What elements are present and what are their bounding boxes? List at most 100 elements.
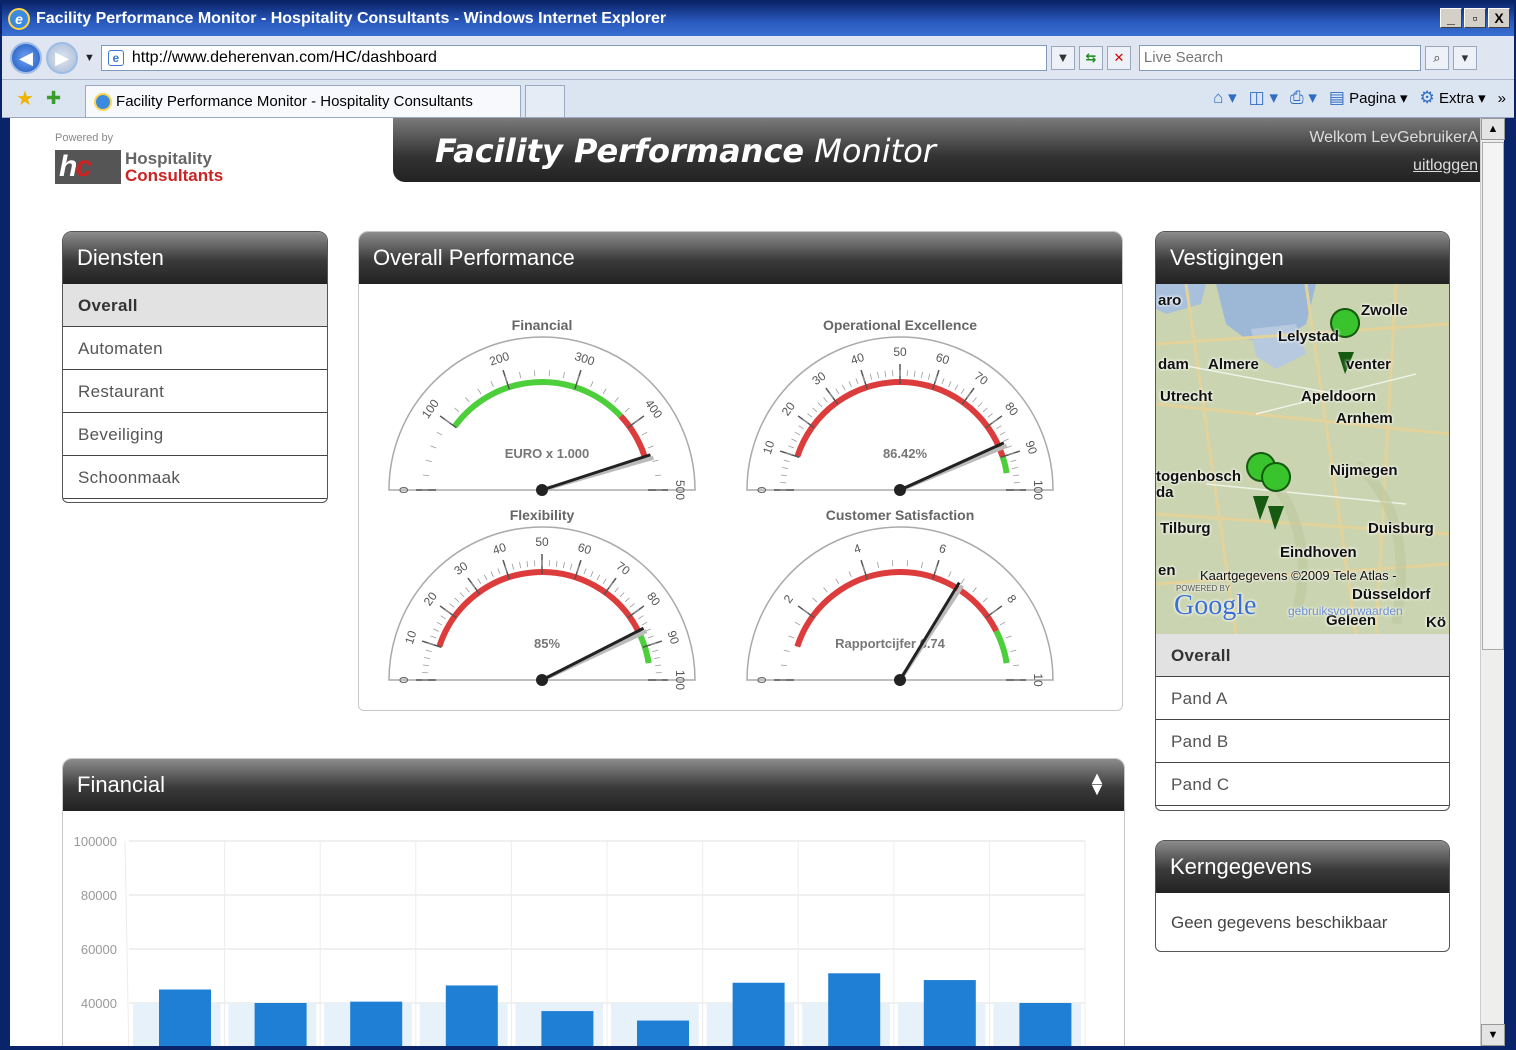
diensten-item-overall[interactable]: Overall (63, 284, 327, 327)
financial-panel: Financial ▲ ▼ 100000 80000 60000 40000 (62, 758, 1125, 1046)
vestiging-item-overall[interactable]: Overall (1156, 634, 1449, 677)
chart-y-tick-label: 100000 (74, 834, 117, 849)
map-label-5: venter (1346, 356, 1392, 373)
map-label-10: da (1156, 484, 1174, 501)
url-field[interactable]: e http://www.deherenvan.com/HC/dashboard (100, 44, 1047, 71)
map-label-8: Arnhem (1336, 410, 1393, 427)
locations-map[interactable]: aro Zwolle Lelystad dam Almere venter Utrecht A… (1156, 284, 1449, 634)
map-label-16: Düsseldorf (1352, 586, 1431, 603)
diensten-item-restaurant[interactable]: Restaurant (63, 370, 327, 413)
page-favicon-icon: e (107, 49, 124, 66)
diensten-item-beveiliging[interactable]: Beveiliging (63, 413, 327, 456)
search-input[interactable]: Live Search (1138, 44, 1421, 71)
gauge-tick-label: 500 (673, 480, 687, 500)
chart-bar (159, 989, 211, 1046)
history-dropdown-icon[interactable]: ▼ (84, 52, 95, 64)
chart-bar (541, 1011, 594, 1046)
map-label-11: Nijmegen (1330, 462, 1398, 479)
chart-bar (732, 982, 785, 1046)
gauge-title: Operational Excellence (823, 317, 977, 333)
overall-performance-title: Overall Performance (359, 232, 1122, 284)
chart-bar (923, 980, 976, 1046)
gauge-tick-label: 100 (1031, 480, 1045, 500)
search-icon[interactable]: ⌕ (1424, 45, 1449, 70)
new-tab-button[interactable] (525, 85, 566, 117)
chart-vertical-gridline (124, 840, 130, 1046)
diensten-item-schoonmaak[interactable]: Schoonmaak (63, 456, 327, 499)
vestiging-item-pand-c[interactable]: Pand C (1156, 763, 1449, 806)
url-dropdown-icon[interactable]: ▼ (1050, 45, 1075, 70)
gauge-operational-excellence: Operational Excellence010203040 50 6070809… (746, 317, 1054, 500)
gear-icon: ⚙ (1419, 88, 1435, 107)
collapse-sort-icon[interactable]: ▲ ▼ (1088, 769, 1106, 798)
map-label-13: Duisburg (1368, 520, 1434, 537)
logo-line1: Hospitality (125, 149, 212, 168)
vestiging-item-pand-a[interactable]: Pand A (1156, 677, 1449, 720)
map-label-4: Almere (1208, 356, 1259, 373)
browser-tab[interactable]: Facility Performance Monitor - Hospitali… (85, 85, 522, 117)
map-label-7: Apeldoorn (1301, 388, 1376, 405)
chart-y-tick-label: 40000 (81, 996, 117, 1011)
vertical-scrollbar[interactable]: ▲ ▼ (1480, 118, 1505, 1046)
app-title-light: Monitor (814, 132, 936, 170)
google-logo: Google (1174, 590, 1257, 621)
map-label-0: aro (1158, 292, 1182, 309)
close-button[interactable]: X (1488, 8, 1510, 28)
extra-label: Extra (1438, 90, 1474, 107)
search-options-icon[interactable]: ▾ (1452, 45, 1477, 70)
browser-window: e Facility Performance Monitor - Hospita… (0, 0, 1516, 1050)
gauge-customer-satisfaction: Customer Satisfaction024 6810Rapportcijfe… (746, 507, 1054, 687)
extra-menu[interactable]: ⚙ Extra ▾ (1420, 88, 1486, 108)
gauge-tick-label: 50 (535, 535, 549, 549)
chart-bar (1019, 1003, 1072, 1046)
scroll-thumb[interactable] (1482, 142, 1504, 650)
scroll-down-icon[interactable]: ▼ (1481, 1024, 1505, 1046)
gauge-title: Flexibility (510, 507, 575, 523)
scroll-up-icon[interactable]: ▲ (1481, 118, 1505, 140)
feeds-icon[interactable]: ◫ ▾ (1249, 88, 1278, 108)
welcome-text: Welkom LevGebruikerA (1309, 129, 1478, 146)
stop-icon[interactable]: ✕ (1106, 45, 1131, 70)
gauge-financial: Financial0100200 300400500EURO x 1.000 (388, 317, 696, 500)
overall-performance-panel: Overall Performance Financial 0 100 200 300 4… (358, 231, 1123, 711)
add-favorite-icon[interactable]: ✚ (46, 88, 61, 109)
page-content: Powered by hc Hospitality Consultants Fa… (10, 118, 1488, 1046)
print-icon[interactable]: ⎙ ▾ (1290, 88, 1317, 108)
minimize-button[interactable]: _ (1440, 8, 1462, 28)
gauge-pivot (894, 674, 906, 686)
gauge-title: Financial (512, 317, 573, 333)
financial-chart: 100000 80000 60000 40000 (74, 834, 1086, 1046)
gauge-value-label: 85% (534, 636, 560, 651)
tab-label: Facility Performance Monitor - Hospitali… (116, 93, 473, 110)
map-label-1: Zwolle (1361, 302, 1408, 319)
favorites-star-icon[interactable]: ★ (16, 86, 34, 111)
address-bar: ◀ ▶ ▼ e http://www.deherenvan.com/HC/das… (2, 36, 1514, 80)
vestigingen-title: Vestigingen (1156, 232, 1449, 284)
gauge-green-band (999, 455, 1010, 474)
company-logo: Powered by hc Hospitality Consultants (55, 132, 223, 184)
more-chevron-icon[interactable]: » (1498, 90, 1506, 107)
map-terms-link[interactable]: gebruiksvoorwaarden (1288, 604, 1403, 618)
gauge-tick-label: 50 (893, 345, 907, 359)
home-icon[interactable]: ⌂ ▾ (1213, 88, 1237, 108)
diensten-panel: Diensten Overall Automaten Restaurant Bevei… (62, 231, 328, 503)
diensten-item-automaten[interactable]: Automaten (63, 327, 327, 370)
map-label-12: Tilburg (1160, 520, 1211, 537)
refresh-icon[interactable]: ⇆ (1078, 45, 1103, 70)
forward-button[interactable]: ▶ (46, 41, 78, 74)
pagina-label: Pagina (1349, 90, 1396, 107)
ie-logo-icon: e (8, 8, 30, 30)
kerngegevens-title: Kerngegevens (1156, 841, 1449, 893)
maximize-button[interactable]: ▫ (1464, 8, 1486, 28)
map-attribution: Kaartgegevens ©2009 Tele Atlas - (1200, 568, 1397, 583)
vestiging-item-pand-b[interactable]: Pand B (1156, 720, 1449, 763)
map-label-18: Kö (1426, 614, 1446, 631)
chart-y-tick-label: 60000 (81, 942, 117, 957)
logout-link[interactable]: uitloggen (1309, 152, 1478, 180)
tab-ie-icon (94, 92, 113, 111)
chart-bar (445, 985, 498, 1046)
chart-bar (828, 973, 881, 1046)
back-button[interactable]: ◀ (10, 41, 42, 74)
gauge-tick-label: 0 (397, 676, 411, 683)
pagina-menu[interactable]: ▤ Pagina ▾ (1329, 88, 1408, 108)
